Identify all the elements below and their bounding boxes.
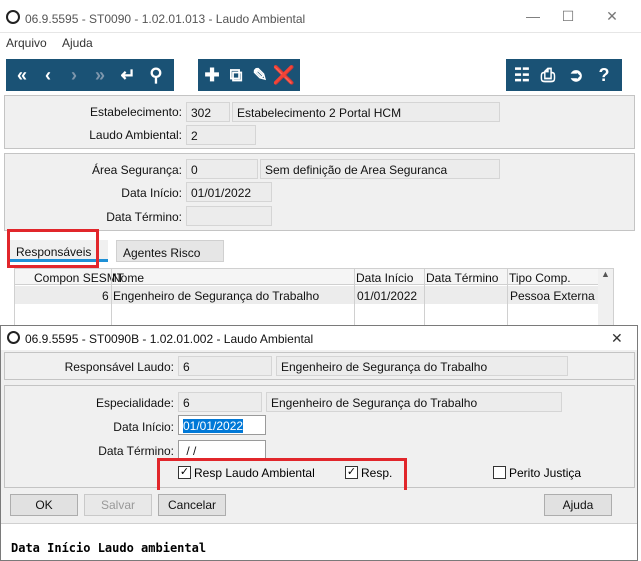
estabelecimento-name: Estabelecimento 2 Portal HCM: [232, 102, 500, 122]
estabelecimento-code[interactable]: 302: [186, 102, 230, 122]
new-record-icon[interactable]: ✚: [200, 63, 224, 87]
responsavel-code[interactable]: 6: [178, 356, 272, 376]
tab-agentes-risco[interactable]: Agentes Risco: [116, 240, 224, 262]
search-icon[interactable]: ⚲: [144, 63, 168, 87]
especialidade-label: Especialidade:: [95, 396, 174, 410]
dialog-data-inicio-input[interactable]: 01/01/2022: [178, 415, 266, 435]
area-code[interactable]: 0: [186, 159, 258, 179]
row-nome: Engenheiro de Segurança do Trabalho: [113, 289, 320, 303]
menu-arquivo[interactable]: Arquivo: [6, 36, 47, 50]
perito-checkbox[interactable]: [493, 466, 506, 479]
print-icon[interactable]: ⎙: [536, 63, 560, 87]
menu-bar: Arquivo Ajuda: [0, 33, 641, 54]
actions-toolbar: ☷ ⎙ ➲ ?: [506, 59, 622, 91]
delete-record-icon[interactable]: ❌: [272, 63, 296, 87]
especialidade-name: Engenheiro de Segurança do Trabalho: [266, 392, 562, 412]
help-icon[interactable]: ?: [592, 63, 616, 87]
area-label: Área Segurança:: [91, 163, 182, 177]
grid-header-nome[interactable]: Nome: [112, 271, 144, 285]
grid-divider: [507, 269, 508, 327]
grid-header-data-inicio[interactable]: Data Início: [356, 271, 413, 285]
row-compon: 6: [102, 289, 109, 303]
grid-divider: [424, 269, 425, 327]
cancelar-button[interactable]: Cancelar: [158, 494, 226, 516]
grid-header-data-termino[interactable]: Data Término: [426, 271, 498, 285]
data-termino-value[interactable]: [186, 206, 272, 226]
edit-record-icon[interactable]: ✎: [248, 63, 272, 87]
dialog-close-icon[interactable]: ✕: [611, 330, 623, 347]
data-termino-label: Data Término:: [106, 210, 182, 224]
salvar-button[interactable]: Salvar: [84, 494, 152, 516]
next-record-icon[interactable]: ›: [62, 63, 86, 87]
close-icon[interactable]: ✕: [597, 4, 627, 28]
navigation-toolbar: « ‹ › » ↵ ⚲: [6, 59, 174, 91]
dialog-data-inicio-value: 01/01/2022: [183, 419, 244, 433]
laudo-label: Laudo Ambiental:: [89, 128, 182, 142]
window-title: 06.9.5595 - ST0090 - 1.02.01.013 - Laudo…: [25, 12, 306, 26]
previous-record-icon[interactable]: ‹: [36, 63, 60, 87]
title-bar: 06.9.5595 - ST0090 - 1.02.01.013 - Laudo…: [0, 0, 641, 33]
responsavel-name: Engenheiro de Segurança do Trabalho: [276, 356, 568, 376]
grid-scrollbar[interactable]: ▲: [598, 269, 613, 327]
tree-icon[interactable]: ☷: [510, 63, 534, 87]
edit-toolbar: ✚ ⧉ ✎ ❌: [198, 59, 300, 91]
app-icon: [6, 10, 20, 24]
estabelecimento-label: Estabelecimento:: [89, 105, 182, 119]
responsavel-label: Responsável Laudo:: [64, 360, 174, 374]
data-inicio-value[interactable]: 01/01/2022: [186, 182, 272, 202]
highlight-box-tab: [7, 229, 99, 268]
ok-button[interactable]: OK: [10, 494, 78, 516]
return-icon[interactable]: ↵: [116, 63, 140, 87]
minimize-icon[interactable]: —: [518, 4, 548, 28]
grid-divider: [111, 269, 112, 327]
especialidade-code[interactable]: 6: [178, 392, 262, 412]
dialog-app-icon: [7, 331, 20, 344]
maximize-icon[interactable]: ☐: [553, 4, 583, 28]
menu-ajuda[interactable]: Ajuda: [62, 36, 93, 50]
exit-icon[interactable]: ➲: [564, 63, 588, 87]
ajuda-button[interactable]: Ajuda: [544, 494, 612, 516]
dialog-data-termino-input[interactable]: / /: [178, 440, 266, 460]
dialog-data-termino-label: Data Término:: [98, 444, 174, 458]
dialog-data-inicio-label: Data Início:: [113, 420, 174, 434]
first-record-icon[interactable]: «: [10, 63, 34, 87]
row-tipo-comp: Pessoa Externa: [510, 289, 595, 303]
row-data-inicio: 01/01/2022: [357, 289, 418, 303]
last-record-icon[interactable]: »: [88, 63, 112, 87]
dialog-title: 06.9.5595 - ST0090B - 1.02.01.002 - Laud…: [25, 332, 314, 346]
copy-record-icon[interactable]: ⧉: [224, 63, 248, 87]
data-inicio-label: Data Início:: [121, 186, 182, 200]
area-desc: Sem definição de Area Seguranca: [260, 159, 500, 179]
status-text: Data Início Laudo ambiental: [11, 541, 207, 555]
grid-divider: [354, 269, 355, 327]
laudo-value[interactable]: 2: [186, 125, 256, 145]
grid-header-tipo-comp[interactable]: Tipo Comp.: [509, 271, 571, 285]
perito-label: Perito Justiça: [509, 466, 582, 480]
